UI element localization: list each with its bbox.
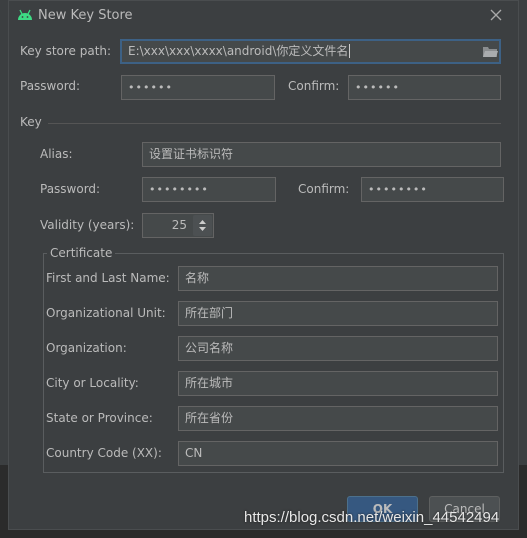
key-section-label: Key — [20, 115, 42, 129]
first-last-name-input[interactable]: 名称 — [178, 266, 498, 291]
spinner-arrows-icon[interactable] — [193, 215, 212, 236]
state-input[interactable]: 所在省份 — [178, 406, 498, 431]
organization-label: Organization: — [46, 341, 127, 355]
certificate-title: Certificate — [47, 246, 116, 260]
key-password-label: Password: — [40, 182, 101, 196]
organization-input[interactable]: 公司名称 — [178, 336, 498, 361]
watermark: https://blog.csdn.net/weixin_44542494 — [244, 509, 500, 526]
alias-label: Alias: — [40, 147, 73, 161]
city-label: City or Locality: — [46, 376, 139, 390]
android-icon — [18, 9, 32, 20]
organizational-unit-label: Organizational Unit: — [46, 306, 166, 320]
alias-input[interactable]: 设置证书标识符 — [142, 142, 501, 167]
new-key-store-dialog: New Key Store Key store path: E:\xxx\xxx… — [8, 0, 519, 530]
key-store-path-value: E:\xxx\xxx\xxxx\android\你定义文件名 — [128, 44, 349, 58]
password-label: Password: — [20, 79, 81, 93]
confirm-label: Confirm: — [288, 79, 340, 93]
city-input[interactable]: 所在城市 — [178, 371, 498, 396]
organizational-unit-input[interactable]: 所在部门 — [178, 301, 498, 326]
country-code-label: Country Code (XX): — [46, 446, 162, 460]
country-code-input[interactable]: CN — [178, 441, 498, 466]
first-last-name-label: First and Last Name: — [46, 271, 170, 285]
folder-icon[interactable] — [483, 46, 498, 57]
background-window-right — [519, 0, 527, 465]
state-label: State or Province: — [46, 411, 153, 425]
validity-stepper[interactable] — [193, 215, 212, 236]
key-store-path-label: Key store path: — [20, 44, 112, 58]
validity-label: Validity (years): — [40, 218, 135, 232]
password-input[interactable]: •••••• — [121, 75, 275, 100]
key-confirm-label: Confirm: — [298, 182, 350, 196]
key-confirm-input[interactable]: •••••••• — [361, 177, 504, 202]
key-separator — [48, 123, 501, 124]
confirm-input[interactable]: •••••• — [348, 75, 501, 100]
background-window-left — [0, 0, 8, 465]
dialog-title: New Key Store — [38, 8, 133, 23]
key-store-path-input[interactable]: E:\xxx\xxx\xxxx\android\你定义文件名 — [120, 39, 501, 64]
key-password-input[interactable]: •••••••• — [142, 177, 276, 202]
close-icon[interactable] — [490, 9, 502, 21]
